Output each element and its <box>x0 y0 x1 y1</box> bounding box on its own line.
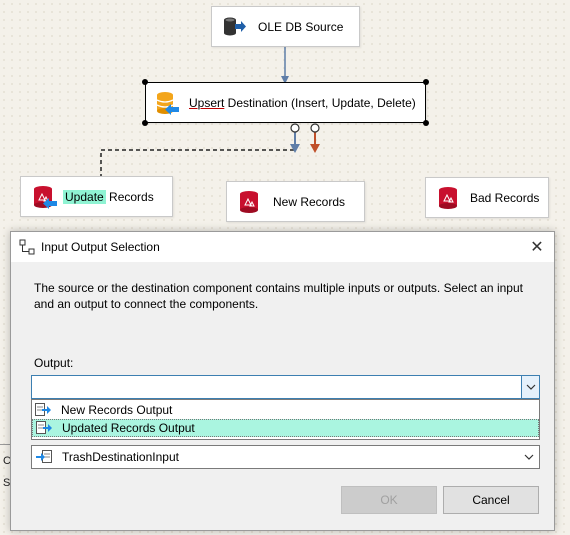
ok-button-label: OK <box>380 493 398 507</box>
option-label: Updated Records Output <box>62 421 195 435</box>
bad-records-label: Bad Records <box>470 190 540 205</box>
output-icon <box>35 402 51 417</box>
upsert-word: Upsert <box>189 95 225 110</box>
resize-handle-bottom-right[interactable] <box>423 120 429 126</box>
cancel-button-label: Cancel <box>472 493 510 507</box>
update-records-label: Update Records <box>63 189 154 204</box>
update-rest: Records <box>105 189 154 204</box>
input-combobox-value: TrashDestinationInput <box>62 450 179 464</box>
ok-button[interactable]: OK <box>341 486 437 514</box>
input-output-selection-dialog[interactable]: Input Output Selection ✕ The source or t… <box>10 231 555 531</box>
update-word-highlight: Update <box>63 189 106 204</box>
resize-handle-bottom-left[interactable] <box>142 120 148 126</box>
output-icon <box>36 421 52 435</box>
dialog-connection-icon <box>19 239 35 255</box>
trash-destination-icon <box>237 190 261 214</box>
red-output-port[interactable] <box>310 123 320 133</box>
db-source-icon <box>222 15 246 39</box>
dialog-title: Input Output Selection <box>41 240 160 254</box>
update-records-node[interactable]: Update Records <box>20 176 173 217</box>
input-icon <box>36 450 52 464</box>
resize-handle-top-left[interactable] <box>142 79 148 85</box>
background-separator <box>0 444 10 445</box>
option-new-records-output[interactable]: New Records Output <box>32 400 539 419</box>
cancel-button[interactable]: Cancel <box>443 486 539 514</box>
output-label: Output: <box>34 356 74 370</box>
dialog-titlebar[interactable]: Input Output Selection ✕ <box>11 232 554 262</box>
db-destination-icon <box>153 91 179 115</box>
upsert-destination-node[interactable]: Upsert Destination (Insert, Update, Dele… <box>142 79 429 126</box>
update-path-dashed[interactable] <box>100 130 296 178</box>
trash-destination-icon <box>31 185 57 209</box>
ole-db-source-node[interactable]: OLE DB Source <box>211 6 360 47</box>
dialog-description: The source or the destination component … <box>34 281 523 311</box>
chevron-down-icon <box>526 384 535 390</box>
input-combobox[interactable]: TrashDestinationInput <box>31 445 540 469</box>
output-options-list[interactable]: New Records Output Updated Records Outpu… <box>31 399 540 440</box>
output-combobox[interactable] <box>31 375 540 399</box>
close-icon: ✕ <box>530 239 544 256</box>
close-button[interactable]: ✕ <box>526 236 548 258</box>
option-updated-records-output[interactable]: Updated Records Output <box>32 419 539 437</box>
blue-output-arrowhead <box>290 144 300 153</box>
ole-db-source-label: OLE DB Source <box>258 19 344 34</box>
bad-records-node[interactable]: Bad Records <box>425 177 549 218</box>
trash-destination-icon <box>436 186 460 210</box>
upsert-rest: Destination (Insert, Update, Delete) <box>224 95 416 110</box>
input-dropdown-button[interactable] <box>523 450 535 464</box>
option-label: New Records Output <box>61 402 173 417</box>
blue-output-port[interactable] <box>290 123 300 133</box>
chevron-down-icon <box>524 454 534 460</box>
new-records-label: New Records <box>273 194 346 209</box>
new-records-node[interactable]: New Records <box>226 181 365 222</box>
resize-handle-top-right[interactable] <box>423 79 429 85</box>
red-output-arrowhead <box>310 144 320 153</box>
output-dropdown-button[interactable] <box>521 376 539 398</box>
upsert-destination-label: Upsert Destination (Insert, Update, Dele… <box>189 96 416 110</box>
